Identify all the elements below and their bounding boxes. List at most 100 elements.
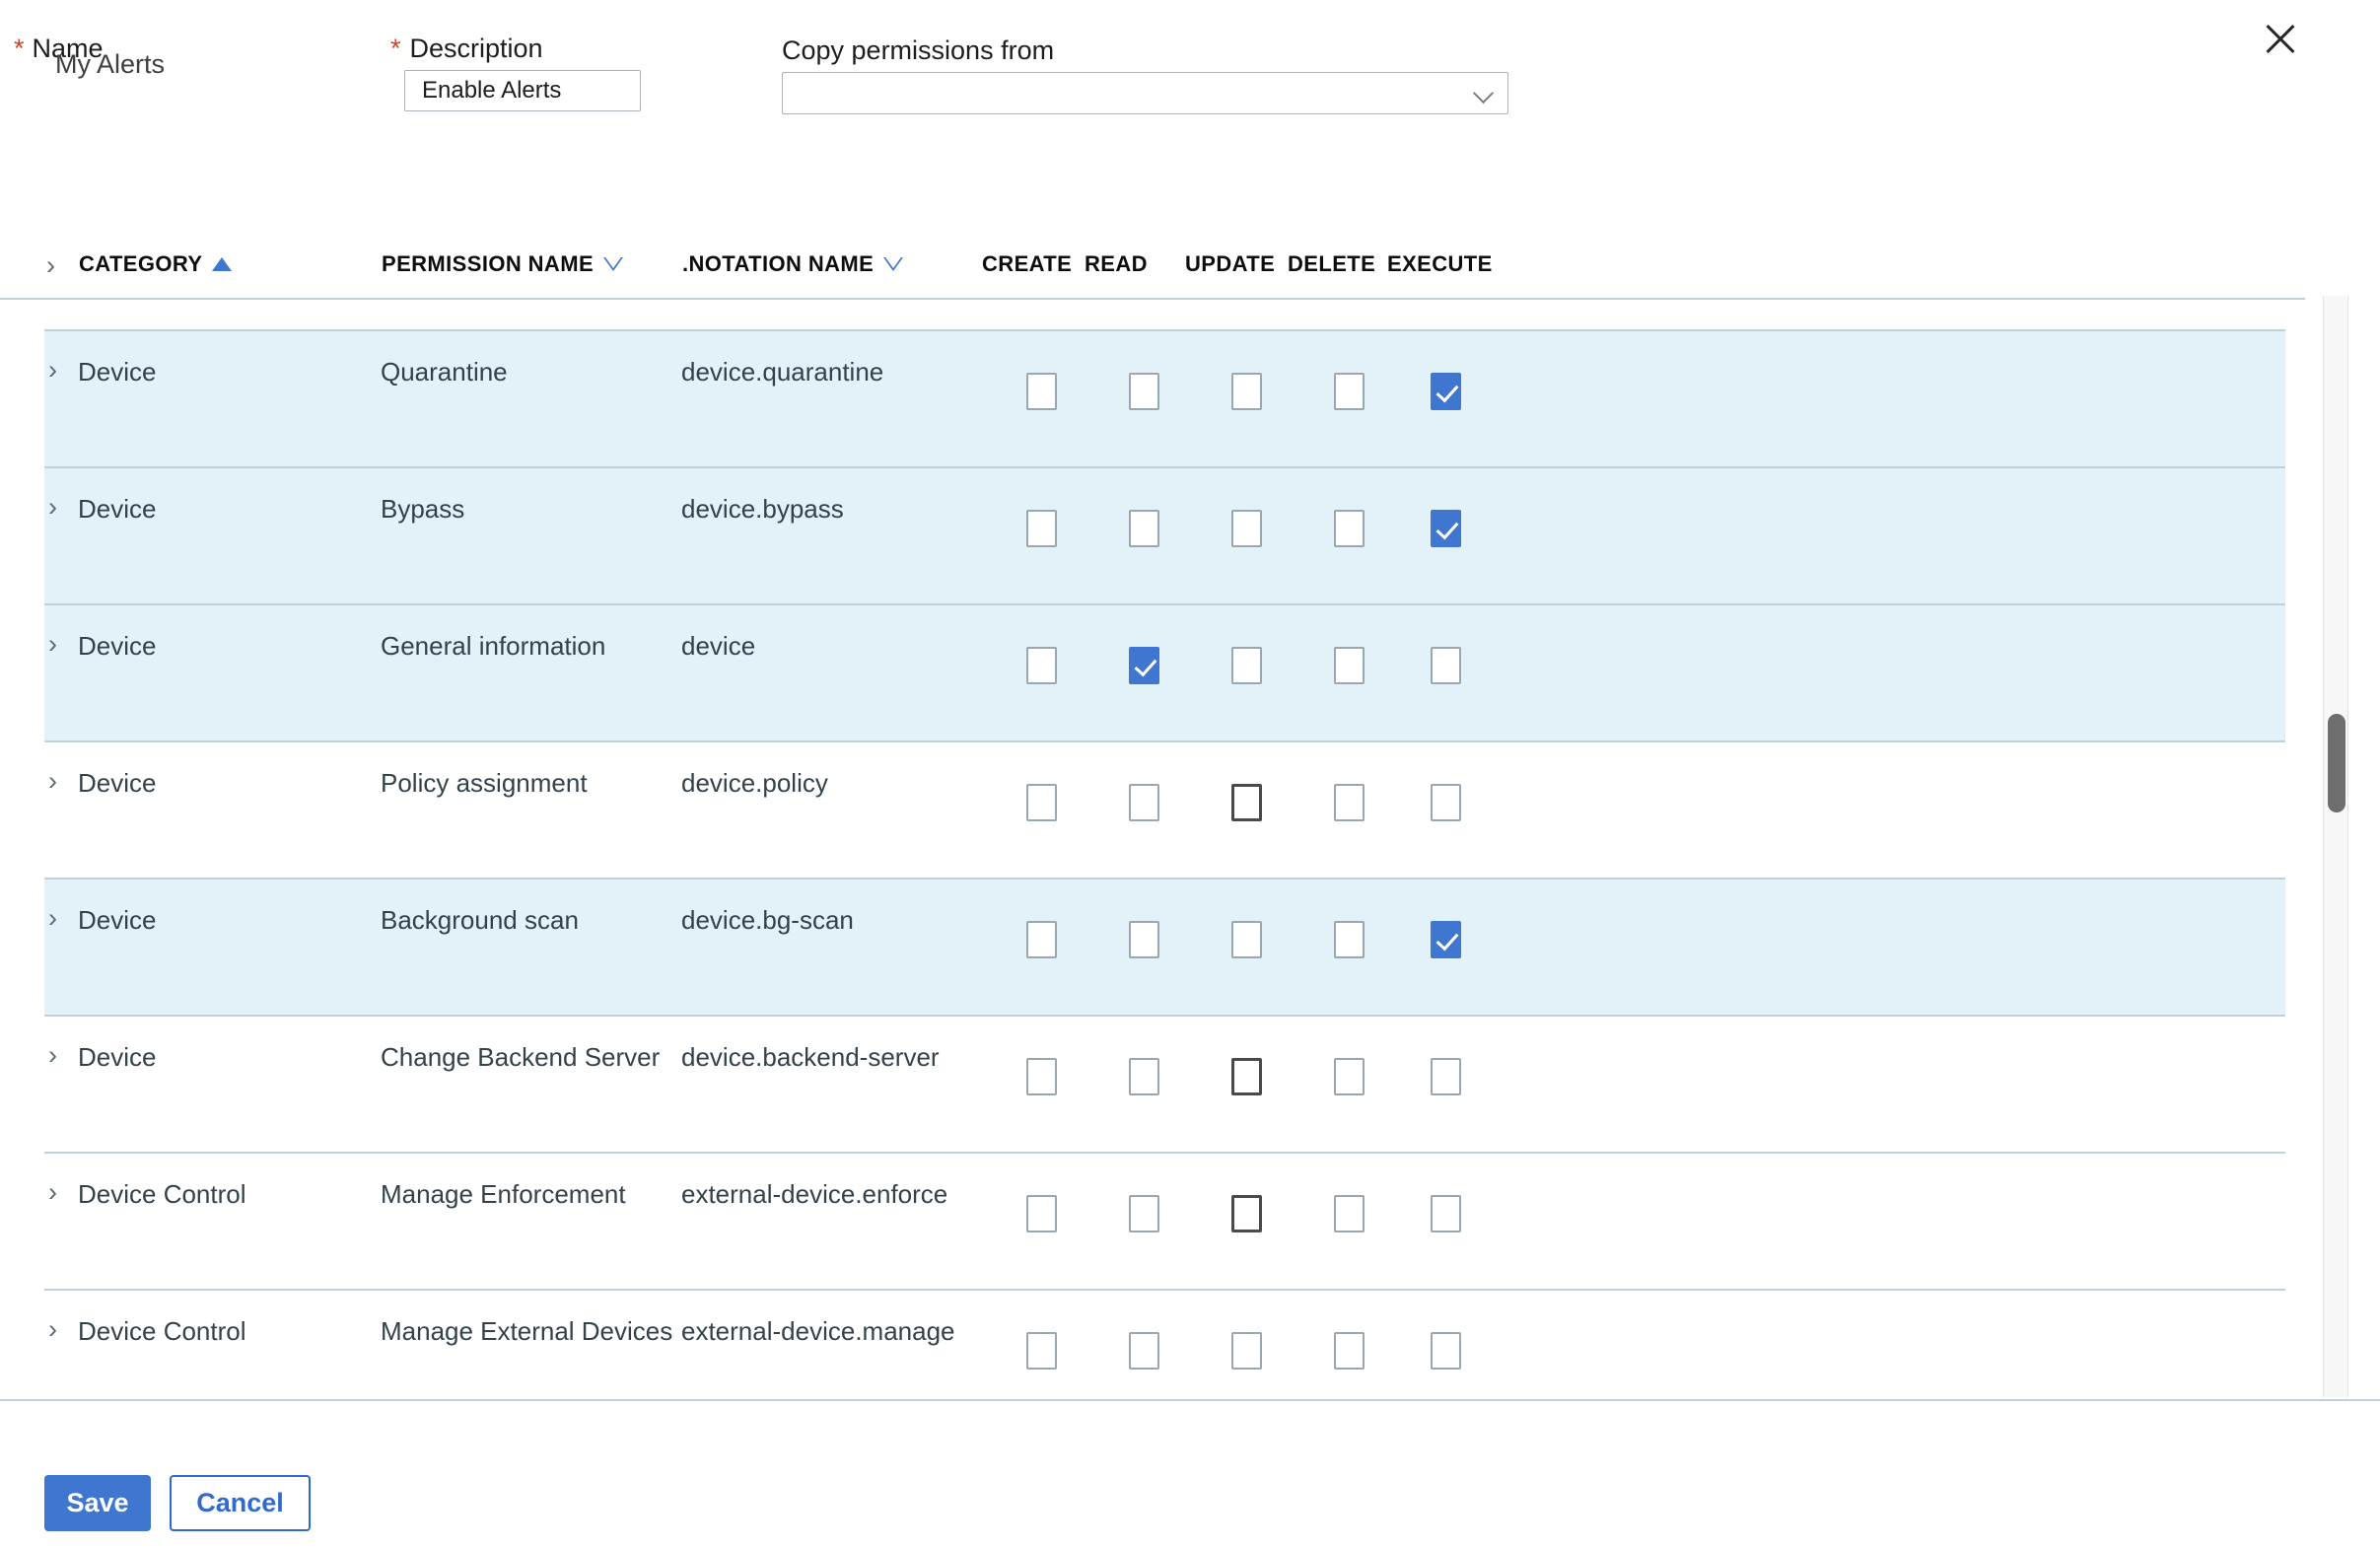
checkbox-update[interactable] <box>1231 921 1262 958</box>
row-expand-chevron-right-icon[interactable]: › <box>48 905 57 932</box>
checkbox-execute[interactable] <box>1431 921 1461 958</box>
column-header-notation-name[interactable]: .NOTATION NAME <box>682 251 904 277</box>
cell-notation-name: device.quarantine <box>681 357 884 387</box>
checkbox-update[interactable] <box>1231 1058 1262 1095</box>
table-row[interactable]: › Device General information device <box>44 605 2285 742</box>
row-expand-chevron-right-icon[interactable]: › <box>48 1179 57 1206</box>
checkbox-execute[interactable] <box>1431 510 1461 547</box>
checkbox-read[interactable] <box>1129 510 1159 547</box>
checkbox-read[interactable] <box>1129 373 1159 410</box>
checkbox-delete[interactable] <box>1334 510 1365 547</box>
row-expand-chevron-right-icon[interactable]: › <box>48 494 57 521</box>
column-header-permission-name[interactable]: PERMISSION NAME <box>382 251 624 277</box>
column-header-create: CREATE <box>982 251 1072 277</box>
checkbox-create[interactable] <box>1026 1332 1057 1370</box>
table-row[interactable]: › Device Policy assignment device.policy <box>44 742 2285 880</box>
table-row[interactable]: › Device Change Backend Server device.backe… <box>44 1017 2285 1154</box>
triangle-down-outline-icon <box>883 257 904 271</box>
save-button[interactable]: Save <box>44 1475 151 1531</box>
checkbox-delete[interactable] <box>1334 784 1365 821</box>
column-header-category[interactable]: CATEGORY <box>79 251 233 277</box>
checkbox-execute[interactable] <box>1431 1332 1461 1370</box>
table-row[interactable]: › Device Background scan device.bg-scan <box>44 880 2285 1017</box>
table-rows-viewport: › Device Quarantine device.quarantine › Devic… <box>0 300 2305 1397</box>
checkbox-execute[interactable] <box>1431 1058 1461 1095</box>
checkbox-delete[interactable] <box>1334 1058 1365 1095</box>
column-header-read-label: READ <box>1085 251 1148 276</box>
checkbox-create[interactable] <box>1026 647 1057 684</box>
cancel-button[interactable]: Cancel <box>170 1475 311 1531</box>
checkbox-execute[interactable] <box>1431 784 1461 821</box>
checkbox-update[interactable] <box>1231 647 1262 684</box>
checkbox-create[interactable] <box>1026 1058 1057 1095</box>
cell-notation-name: device <box>681 631 756 661</box>
checkbox-read[interactable] <box>1129 1195 1159 1232</box>
cell-permission-name: Manage External Devices <box>381 1316 673 1346</box>
checkbox-delete[interactable] <box>1334 1195 1365 1232</box>
checkbox-delete[interactable] <box>1334 373 1365 410</box>
row-expand-chevron-right-icon[interactable]: › <box>48 357 57 384</box>
checkbox-update[interactable] <box>1231 510 1262 547</box>
checkbox-update[interactable] <box>1231 784 1262 821</box>
cell-category: Device <box>78 905 157 935</box>
checkbox-update[interactable] <box>1231 373 1262 410</box>
column-header-delete-label: DELETE <box>1288 251 1376 276</box>
cell-notation-name: device.policy <box>681 768 828 798</box>
column-header-category-label: CATEGORY <box>79 251 203 276</box>
cell-permission-name: Quarantine <box>381 357 508 387</box>
cell-category: Device Control <box>78 1179 246 1209</box>
checkbox-read[interactable] <box>1129 1058 1159 1095</box>
checkbox-read[interactable] <box>1129 921 1159 958</box>
copy-permissions-group: Copy permissions from <box>782 35 1511 114</box>
table-row[interactable]: › Device Bypass device.bypass <box>44 468 2285 605</box>
cell-notation-name: device.bypass <box>681 494 844 524</box>
checkbox-read[interactable] <box>1129 647 1159 684</box>
expand-all-chevron-right-icon[interactable]: › <box>46 250 55 281</box>
description-input[interactable] <box>404 70 641 111</box>
checkbox-read[interactable] <box>1129 784 1159 821</box>
checkbox-update[interactable] <box>1231 1332 1262 1370</box>
table-vertical-scrollbar[interactable] <box>2323 296 2348 1397</box>
checkbox-create[interactable] <box>1026 510 1057 547</box>
cell-category: Device Control <box>78 1316 246 1346</box>
row-expand-chevron-right-icon[interactable]: › <box>48 768 57 795</box>
cell-permission-name: Policy assignment <box>381 768 588 798</box>
permissions-table: › CATEGORY PERMISSION NAME .NOTATION NAM… <box>0 233 2380 1401</box>
cell-notation-name: device.backend-server <box>681 1042 940 1072</box>
name-field-group: * Name My Alerts <box>14 34 369 103</box>
triangle-up-filled-icon <box>212 257 233 271</box>
table-row[interactable]: › Device Control Manage Enforcement externa… <box>44 1154 2285 1291</box>
table-row[interactable]: › Device Control Manage External Devices ex… <box>44 1291 2285 1397</box>
checkbox-create[interactable] <box>1026 784 1057 821</box>
description-label: Description <box>409 34 543 63</box>
checkbox-read[interactable] <box>1129 1332 1159 1370</box>
checkbox-create[interactable] <box>1026 921 1057 958</box>
column-header-update-label: UPDATE <box>1185 251 1276 276</box>
checkbox-delete[interactable] <box>1334 1332 1365 1370</box>
row-expand-chevron-right-icon[interactable]: › <box>48 631 57 658</box>
column-header-execute: EXECUTE <box>1387 251 1493 277</box>
chevron-down-icon <box>1474 84 1494 104</box>
checkbox-execute[interactable] <box>1431 1195 1461 1232</box>
checkbox-delete[interactable] <box>1334 921 1365 958</box>
checkbox-update[interactable] <box>1231 1195 1262 1232</box>
close-icon[interactable] <box>2256 14 2305 63</box>
checkbox-execute[interactable] <box>1431 373 1461 410</box>
checkbox-create[interactable] <box>1026 1195 1057 1232</box>
name-required-asterisk: * <box>14 34 25 63</box>
triangle-down-outline-icon <box>603 257 624 271</box>
copy-permissions-label: Copy permissions from <box>782 35 1055 65</box>
column-header-create-label: CREATE <box>982 251 1073 276</box>
checkbox-create[interactable] <box>1026 373 1057 410</box>
checkbox-execute[interactable] <box>1431 647 1461 684</box>
name-value[interactable]: My Alerts <box>55 49 165 80</box>
table-scrollbar-thumb[interactable] <box>2328 714 2345 812</box>
cell-permission-name: Bypass <box>381 494 465 524</box>
permissions-editor-dialog: * Name My Alerts * Description Copy perm… <box>0 0 2380 1548</box>
checkbox-delete[interactable] <box>1334 647 1365 684</box>
table-row[interactable]: › Device Quarantine device.quarantine <box>44 331 2285 468</box>
row-expand-chevron-right-icon[interactable]: › <box>48 1316 57 1343</box>
column-header-notation-name-label: .NOTATION NAME <box>682 251 875 276</box>
copy-permissions-select[interactable] <box>782 72 1508 114</box>
row-expand-chevron-right-icon[interactable]: › <box>48 1042 57 1069</box>
